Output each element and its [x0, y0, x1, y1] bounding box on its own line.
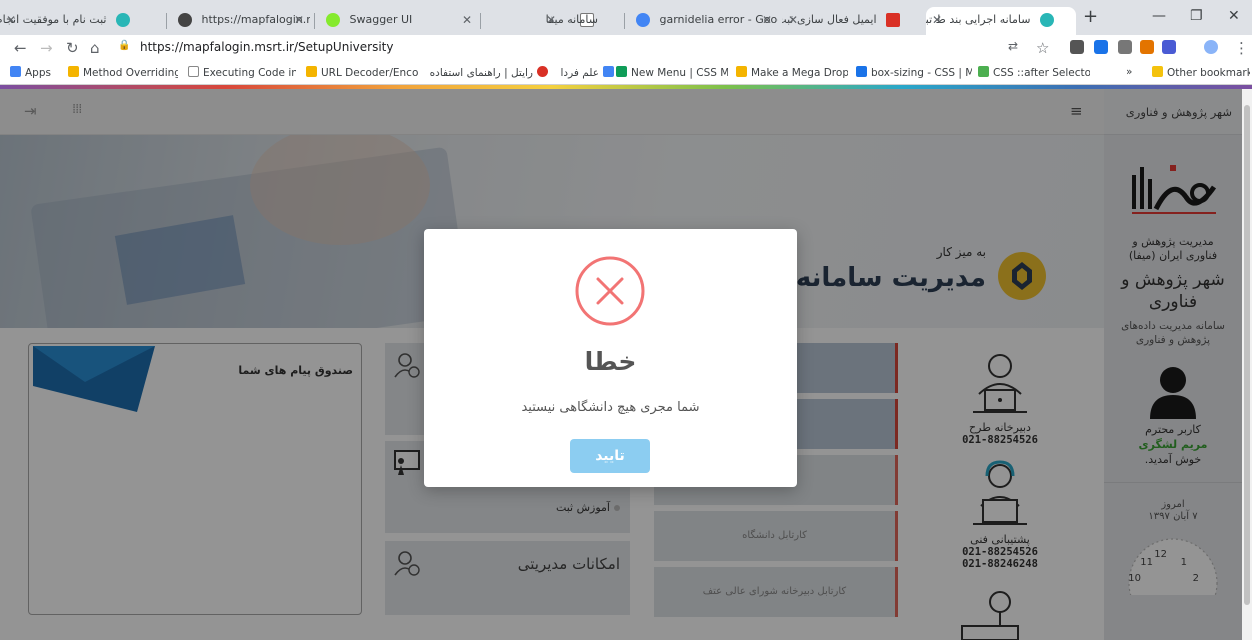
tab-separator: [480, 13, 481, 29]
bookmark-item[interactable]: رایتل | راهنمای استفاده: [428, 66, 548, 79]
profile-avatar[interactable]: [1204, 40, 1218, 54]
extension-icon[interactable]: [1140, 40, 1154, 54]
google-favicon: [636, 13, 650, 27]
bookmark-label: Make a Mega Drop-C: [751, 67, 848, 79]
scrollbar-thumb[interactable]: [1244, 105, 1250, 605]
bookmark-item[interactable]: box-sizing - CSS | MD: [856, 66, 972, 79]
bookmarks-overflow-icon[interactable]: »: [1126, 66, 1140, 78]
browser-tab-active[interactable]: سامانه اجرایی بند ط تبصره ✕: [926, 7, 1076, 35]
bookmark-favicon: [978, 66, 989, 77]
bookmark-label: Other bookmarks: [1167, 67, 1250, 79]
home-icon[interactable]: ⌂: [90, 39, 100, 57]
url-text: https://mapfalogin.msrt.ir/SetupUniversi…: [140, 40, 394, 54]
bookmarks-bar: Apps Method Overriding in Executing Code…: [0, 61, 1252, 85]
browser-tab[interactable]: https://mapfalogin.msrt.i ✕: [170, 7, 310, 35]
browser-tab[interactable]: سامانه میفا ✕: [540, 7, 620, 35]
tab-label: garnidelia error - Google: [659, 13, 779, 26]
dialog-message: شما مجری هیچ دانشگاهی نیستید: [521, 400, 700, 415]
bookmark-item[interactable]: Make a Mega Drop-C: [736, 66, 848, 79]
folder-icon: [1152, 66, 1163, 77]
tab-close-icon[interactable]: ✕: [294, 7, 304, 33]
new-tab-icon[interactable]: +: [1083, 6, 1098, 27]
error-x-icon: [575, 256, 645, 326]
confirm-button[interactable]: تایید: [570, 439, 650, 473]
extension-icon[interactable]: [1118, 40, 1132, 54]
bookmark-label: Executing Code in As: [203, 67, 296, 79]
close-window-icon[interactable]: ✕: [1228, 8, 1240, 24]
bookmark-label: CSS ::after Selector: [993, 67, 1090, 79]
extension-icon[interactable]: [1162, 40, 1176, 54]
site-favicon: [116, 13, 130, 27]
minimize-icon[interactable]: —: [1152, 8, 1166, 24]
translate-icon[interactable]: ⇄: [1008, 39, 1018, 53]
bookmark-item[interactable]: Method Overriding in: [68, 66, 178, 79]
apps-grid-icon: [10, 66, 21, 77]
menu-kebab-icon[interactable]: ⋮: [1234, 39, 1249, 57]
tab-separator: [166, 13, 167, 29]
bookmark-item[interactable]: URL Decoder/Encode: [306, 66, 418, 79]
browser-tab[interactable]: garnidelia error - Google ✕: [628, 7, 778, 35]
lock-icon: 🔒: [118, 40, 131, 51]
bookmark-label: Method Overriding in: [83, 67, 178, 79]
page-scrollbar[interactable]: [1242, 89, 1252, 640]
bookmark-label: box-sizing - CSS | MD: [871, 67, 972, 79]
bookmark-favicon: [736, 66, 747, 77]
bookmark-star-icon[interactable]: ☆: [1036, 39, 1049, 57]
bookmark-favicon: [616, 66, 627, 77]
dialog-title: خطا: [584, 347, 637, 376]
bookmark-item[interactable]: Executing Code in As: [188, 66, 296, 79]
tab-close-icon[interactable]: ✕: [932, 7, 942, 33]
bookmark-item[interactable]: New Menu | CSS Men: [616, 66, 728, 79]
browser-tab[interactable]: Swagger UI ✕: [318, 7, 478, 35]
site-favicon: [1040, 13, 1054, 27]
tab-label: Swagger UI: [349, 13, 413, 26]
omnibox[interactable]: 🔒 https://mapfalogin.msrt.ir/SetupUniver…: [118, 37, 998, 59]
gmail-favicon: [886, 13, 900, 27]
bookmark-favicon: [603, 66, 614, 77]
bookmark-label: علم فردا: [560, 67, 599, 79]
bookmark-label: رایتل | راهنمای استفاده: [429, 67, 533, 79]
tab-close-icon[interactable]: ✕: [762, 7, 772, 33]
maximize-icon[interactable]: ❐: [1190, 8, 1203, 24]
bookmark-label: New Menu | CSS Men: [631, 67, 728, 79]
bookmark-favicon: [537, 66, 548, 77]
bookmark-favicon: [68, 66, 79, 77]
address-bar: ← → ↻ ⌂ 🔒 https://mapfalogin.msrt.ir/Set…: [0, 35, 1252, 61]
page-icon: [188, 66, 199, 77]
browser-tab[interactable]: ایمیل فعال سازی ثبت نام ✕: [782, 7, 922, 35]
bookmark-label: Apps: [25, 67, 51, 79]
tab-close-icon[interactable]: ✕: [462, 7, 472, 33]
error-dialog: خطا شما مجری هیچ دانشگاهی نیستید تایید: [424, 229, 797, 487]
tab-separator: [314, 13, 315, 29]
site-favicon: [178, 13, 192, 27]
tab-close-icon[interactable]: ✕: [546, 7, 556, 33]
bookmark-other[interactable]: Other bookmarks: [1152, 66, 1250, 79]
bookmark-favicon: [306, 66, 317, 77]
tab-close-icon[interactable]: ✕: [788, 7, 798, 33]
bookmark-item[interactable]: CSS ::after Selector: [978, 66, 1090, 79]
bookmark-apps[interactable]: Apps: [10, 66, 60, 79]
back-icon[interactable]: ←: [14, 39, 27, 57]
reload-icon[interactable]: ↻: [66, 39, 79, 57]
swagger-favicon: [326, 13, 340, 27]
bookmark-label: URL Decoder/Encode: [321, 67, 418, 79]
bookmark-favicon: [856, 66, 867, 77]
extension-icon[interactable]: [1094, 40, 1108, 54]
extension-icon[interactable]: [1070, 40, 1084, 54]
tab-separator: [624, 13, 625, 29]
browser-tab[interactable]: ثبت نام با موفقیت انجام ش ✕: [0, 7, 152, 35]
bookmark-item[interactable]: علم فردا: [556, 66, 614, 79]
browser-tab-strip: ثبت نام با موفقیت انجام ش ✕ https://mapf…: [0, 0, 1252, 35]
forward-icon[interactable]: →: [40, 39, 53, 57]
tab-close-icon[interactable]: ✕: [6, 7, 16, 33]
